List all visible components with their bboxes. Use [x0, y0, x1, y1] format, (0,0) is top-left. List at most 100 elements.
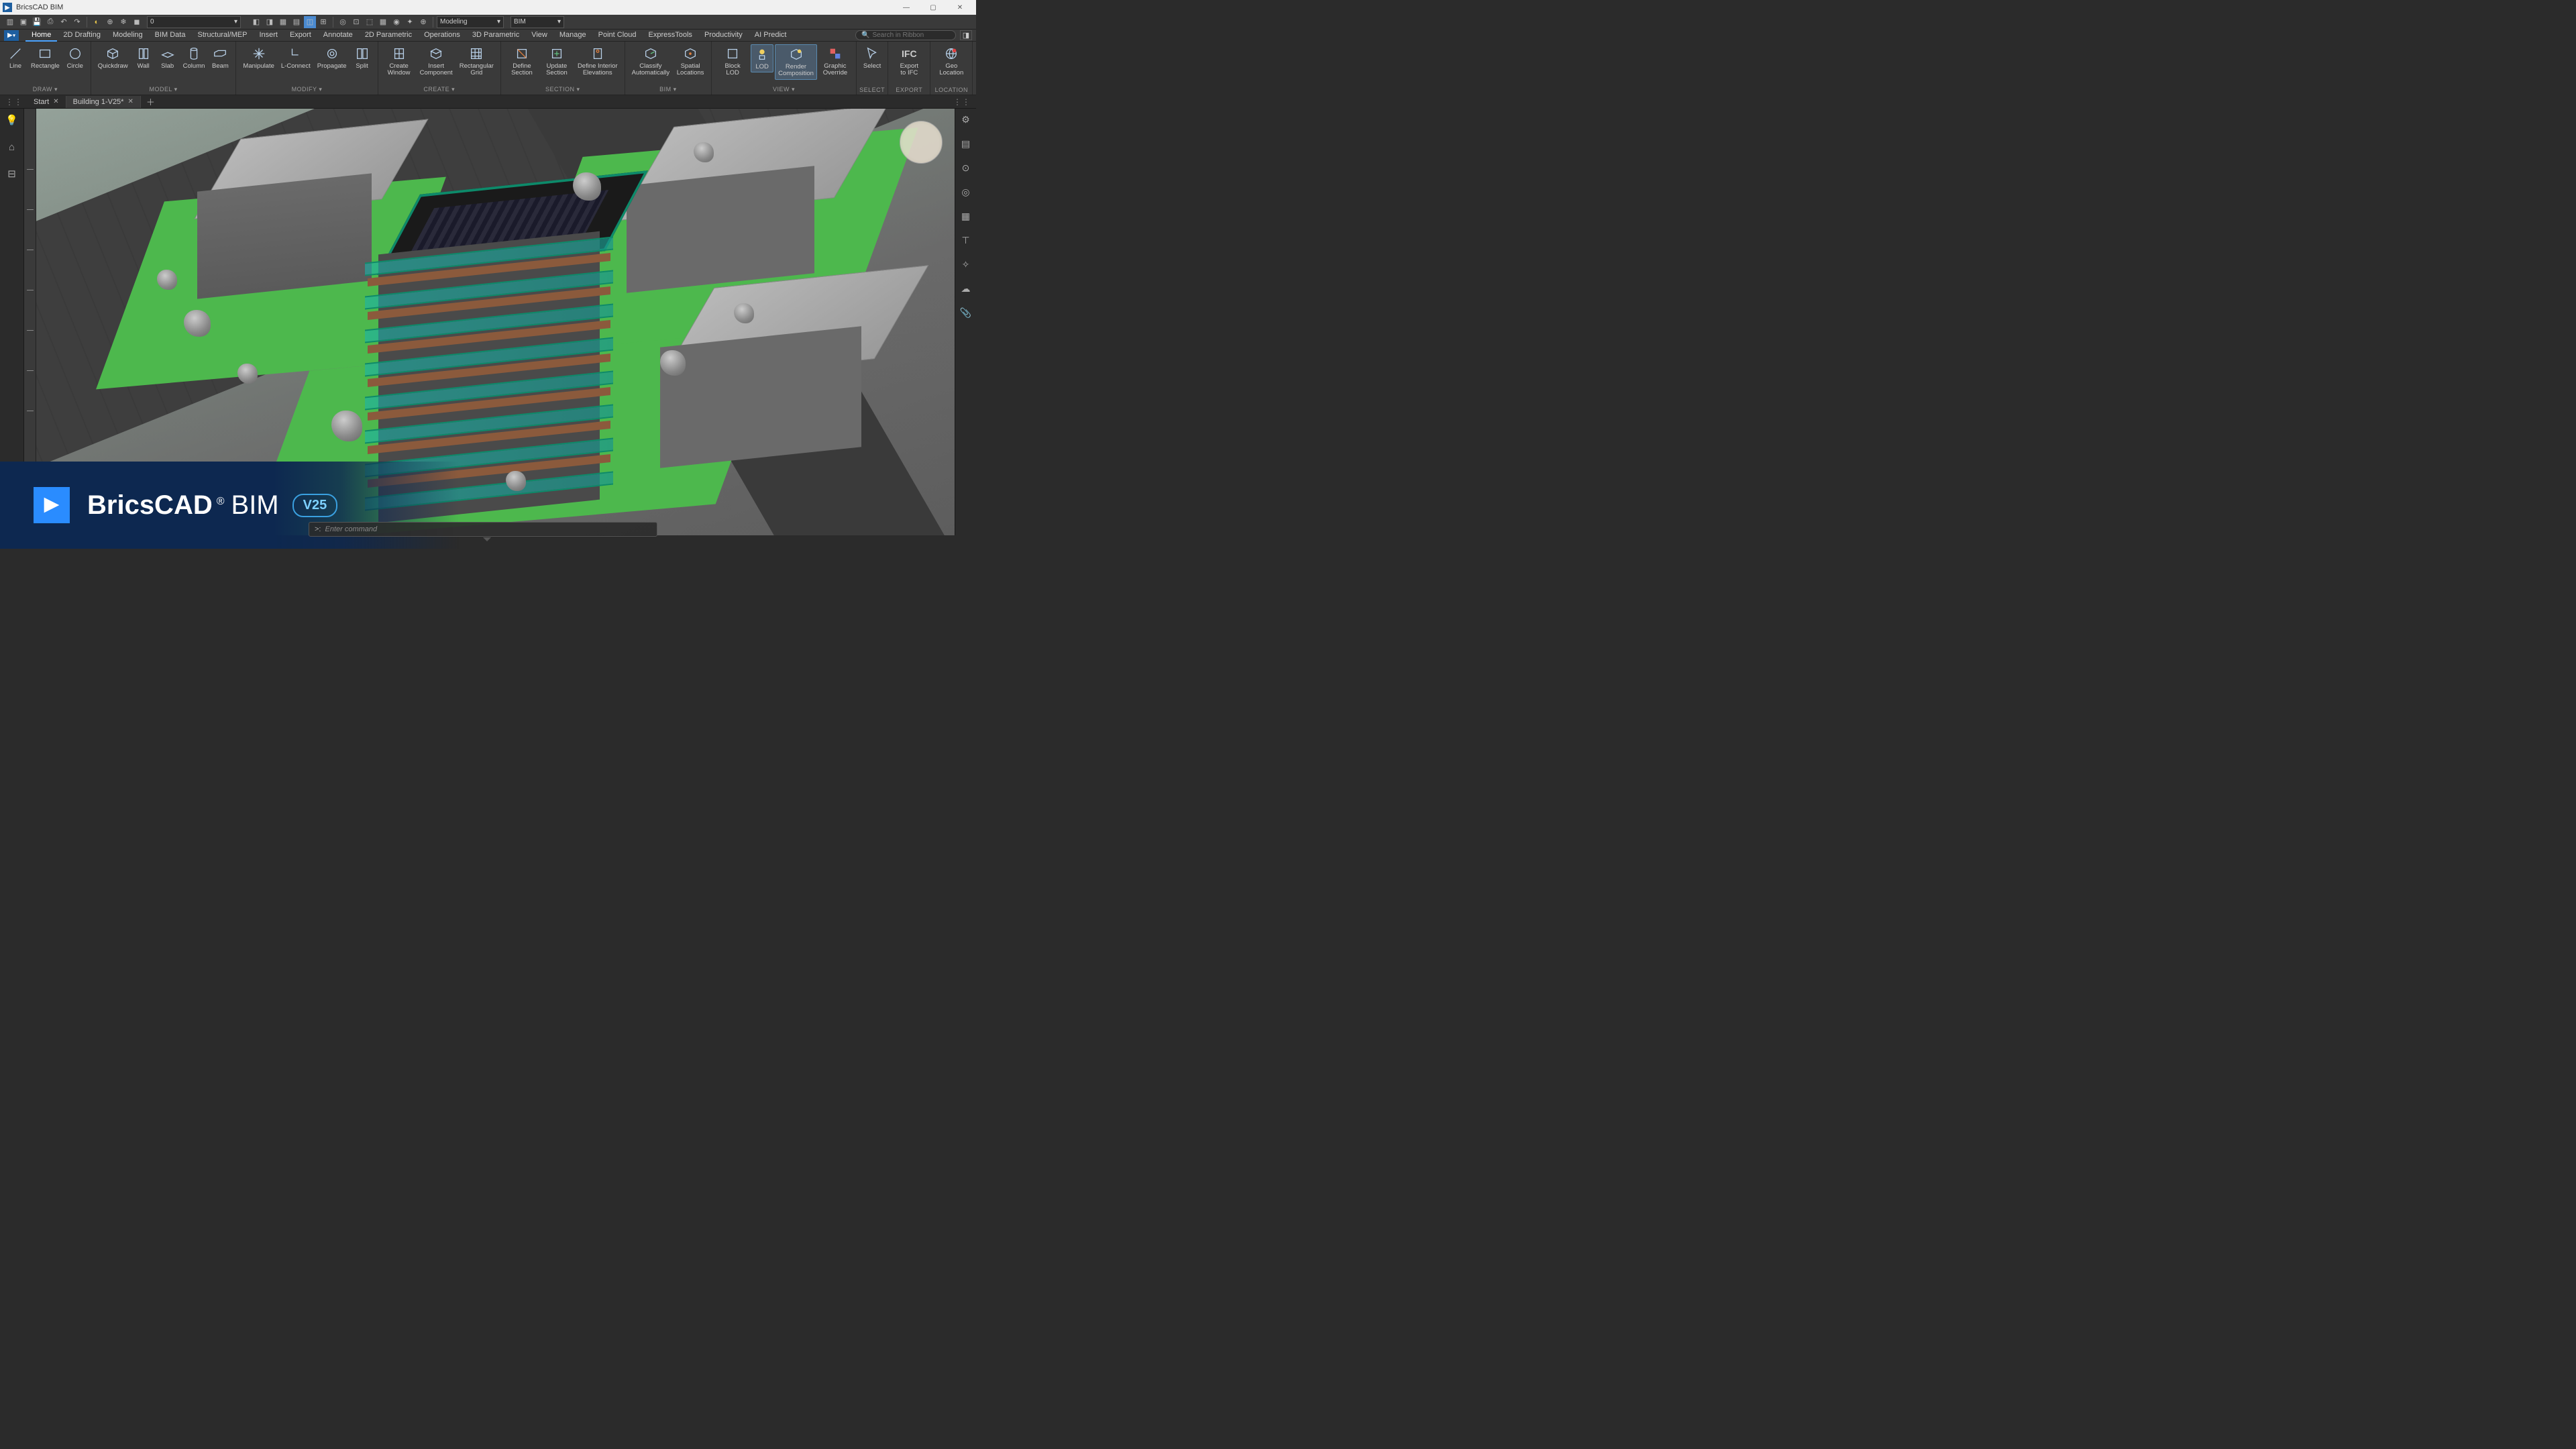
- ribbon-tab-export[interactable]: Export: [284, 30, 317, 42]
- toggle-icon[interactable]: ⊞: [317, 16, 329, 28]
- ribbon-tab-2d-drafting[interactable]: 2D Drafting: [57, 30, 107, 42]
- lightbulb-icon[interactable]: 💡: [5, 113, 19, 127]
- tool-update-section[interactable]: Update Section: [540, 44, 574, 78]
- ribbon-tab-home[interactable]: Home: [25, 30, 57, 42]
- building-model-selected[interactable]: [358, 182, 640, 518]
- tab-close-icon[interactable]: ✕: [127, 98, 133, 105]
- tool-manipulate[interactable]: Manipulate: [240, 44, 276, 71]
- star-icon[interactable]: ✧: [959, 258, 973, 271]
- tool-create-window[interactable]: Create Window: [382, 44, 416, 78]
- ribbon-tab-operations[interactable]: Operations: [418, 30, 466, 42]
- tool-beam[interactable]: Beam: [209, 44, 231, 71]
- tool-classify-automatically[interactable]: Classify Automatically: [629, 44, 673, 78]
- ribbon-tab-2d-parametric[interactable]: 2D Parametric: [359, 30, 418, 42]
- minimize-button[interactable]: —: [893, 0, 920, 15]
- undo-icon[interactable]: ↶: [58, 16, 70, 28]
- maximize-button[interactable]: ▢: [920, 0, 947, 15]
- building-model[interactable]: [653, 276, 895, 464]
- grid-icon[interactable]: ▦: [959, 209, 973, 223]
- tool-render-composition[interactable]: Render Composition: [775, 44, 817, 80]
- toggle-icon[interactable]: ◧: [250, 16, 262, 28]
- tool-spatial-locations[interactable]: Spatial Locations: [674, 44, 707, 78]
- ribbon-search-input[interactable]: [872, 32, 950, 39]
- ribbon-tab-ai-predict[interactable]: AI Predict: [749, 30, 793, 42]
- toggle-icon[interactable]: ✦: [404, 16, 416, 28]
- toggle-icon[interactable]: ◫: [304, 16, 316, 28]
- tool-quickdraw[interactable]: Quickdraw: [95, 44, 131, 71]
- balloon-icon[interactable]: ⊙: [959, 161, 973, 174]
- redo-icon[interactable]: ↷: [71, 16, 83, 28]
- tool-select[interactable]: Select: [861, 44, 883, 71]
- drag-handle-icon[interactable]: ⋮⋮: [953, 97, 971, 107]
- ribbon-tab-structural-mep[interactable]: Structural/MEP: [191, 30, 253, 42]
- tool-insert-component[interactable]: Insert Component: [417, 44, 455, 78]
- workspace-dropdown-1[interactable]: Modeling ▾: [437, 16, 504, 28]
- toggle-icon[interactable]: ▦: [277, 16, 289, 28]
- tool-lod[interactable]: LOD: [751, 44, 773, 72]
- tool-line[interactable]: Line: [4, 44, 27, 71]
- drag-handle-icon[interactable]: ⋮⋮: [5, 97, 23, 107]
- tool-split[interactable]: Split: [351, 44, 374, 71]
- toggle-icon[interactable]: ◎: [337, 16, 349, 28]
- tool-geo-location[interactable]: Geo Location: [934, 44, 968, 78]
- ribbon-tab-point-cloud[interactable]: Point Cloud: [592, 30, 643, 42]
- target-icon[interactable]: ◎: [959, 185, 973, 199]
- layers-icon[interactable]: ▤: [959, 137, 973, 150]
- ribbon-search[interactable]: 🔍: [855, 30, 956, 40]
- layer-visibility-icon[interactable]: ◐: [91, 16, 103, 28]
- tool-propagate[interactable]: Propagate: [315, 44, 350, 71]
- save-icon[interactable]: 💾: [31, 16, 43, 28]
- new-file-icon[interactable]: ▥: [4, 16, 16, 28]
- toggle-icon[interactable]: ⬚: [364, 16, 376, 28]
- tool-wall[interactable]: Wall: [132, 44, 155, 71]
- tool-define-section[interactable]: Define Section: [505, 44, 539, 78]
- app-menu-button[interactable]: ▶▾: [4, 30, 19, 41]
- tool-circle[interactable]: Circle: [64, 44, 87, 71]
- ribbon-tab-view[interactable]: View: [525, 30, 553, 42]
- open-file-icon[interactable]: ▣: [17, 16, 30, 28]
- tool-block-lod[interactable]: Block LOD: [716, 44, 749, 78]
- tool-graphic-override[interactable]: Graphic Override: [818, 44, 852, 78]
- tool-column[interactable]: Column: [180, 44, 208, 71]
- tab-close-icon[interactable]: ✕: [53, 98, 58, 105]
- view-compass[interactable]: [900, 121, 943, 164]
- ribbon-tab-annotate[interactable]: Annotate: [317, 30, 359, 42]
- ribbon-tab-insert[interactable]: Insert: [253, 30, 284, 42]
- new-tab-button[interactable]: ＋: [141, 95, 160, 108]
- workspace-dropdown-2[interactable]: BIM ▾: [511, 16, 564, 28]
- document-tab[interactable]: Building 1-V25*✕: [66, 96, 141, 108]
- section-icon[interactable]: ⊤: [959, 233, 973, 247]
- ribbon-tab-modeling[interactable]: Modeling: [107, 30, 149, 42]
- panel-toggle-button[interactable]: ◨: [960, 30, 972, 40]
- close-button[interactable]: ✕: [947, 0, 973, 15]
- layer-color-icon[interactable]: ◼: [131, 16, 143, 28]
- attachment-icon[interactable]: 📎: [959, 306, 973, 319]
- toggle-icon[interactable]: ⊕: [417, 16, 429, 28]
- ribbon-tab-expresstools[interactable]: ExpressTools: [643, 30, 698, 42]
- ribbon-tab-manage[interactable]: Manage: [553, 30, 592, 42]
- tool-l-connect[interactable]: L-Connect: [278, 44, 313, 71]
- tool-slab[interactable]: Slab: [156, 44, 179, 71]
- toggle-icon[interactable]: ◉: [390, 16, 402, 28]
- toggle-icon[interactable]: ◨: [264, 16, 276, 28]
- building-model[interactable]: [620, 115, 861, 290]
- layer-lock-icon[interactable]: ⊕: [104, 16, 116, 28]
- tool-rectangular-grid[interactable]: Rectangular Grid: [457, 44, 496, 78]
- ribbon-tab-productivity[interactable]: Productivity: [698, 30, 749, 42]
- scene-3d[interactable]: [36, 109, 955, 535]
- toggle-icon[interactable]: ▦: [377, 16, 389, 28]
- viewport-3d[interactable]: [24, 109, 955, 535]
- cloud-icon[interactable]: ☁: [959, 282, 973, 295]
- ribbon-tab-bim-data[interactable]: BIM Data: [149, 30, 192, 42]
- layer-freeze-icon[interactable]: ❄: [117, 16, 129, 28]
- toggle-icon[interactable]: ▤: [290, 16, 303, 28]
- home-icon[interactable]: ⌂: [5, 140, 19, 154]
- tool-export-to-ifc[interactable]: IFCExport to IFC: [892, 44, 926, 78]
- toggle-icon[interactable]: ⊡: [350, 16, 362, 28]
- ribbon-tab-3d-parametric[interactable]: 3D Parametric: [466, 30, 525, 42]
- settings-icon[interactable]: ⚙: [959, 113, 973, 126]
- structure-icon[interactable]: ⊟: [5, 166, 19, 181]
- print-icon[interactable]: ⎙: [44, 16, 56, 28]
- tool-rectangle[interactable]: Rectangle: [28, 44, 62, 71]
- document-tab[interactable]: Start✕: [27, 96, 66, 108]
